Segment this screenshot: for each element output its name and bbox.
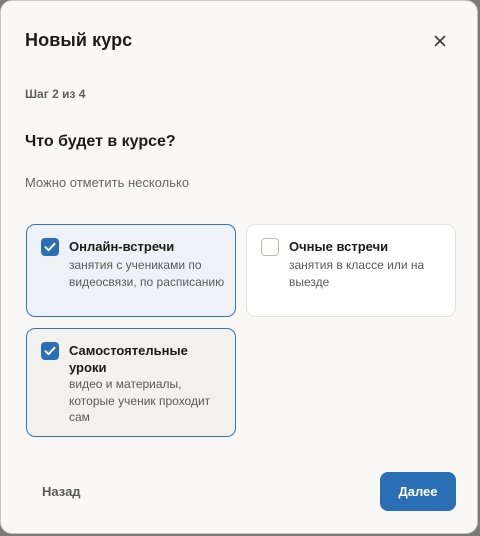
new-course-dialog: Новый курс Шаг 2 из 4 Что будет в курсе?… xyxy=(0,0,478,534)
option-card-self-paced[interactable]: Самостоятельные уроки видео и материалы,… xyxy=(26,328,236,437)
option-title: Самостоятельные уроки xyxy=(69,343,188,375)
option-title: Очные встречи xyxy=(289,239,389,254)
option-description: занятия с учениками по видеосвязи, по ра… xyxy=(69,258,225,289)
back-button[interactable]: Назад xyxy=(42,484,81,499)
option-title: Онлайн-встречи xyxy=(69,239,175,254)
checkbox-checked[interactable] xyxy=(41,342,59,360)
question-heading: Что будет в курсе? xyxy=(25,133,176,150)
step-indicator: Шаг 2 из 4 xyxy=(25,87,86,101)
checkmark-icon xyxy=(44,242,56,252)
option-description: занятия в классе или на выезде xyxy=(289,258,425,289)
checkmark-icon xyxy=(44,346,56,356)
close-icon[interactable] xyxy=(431,32,449,50)
hint-text: Можно отметить несколько xyxy=(25,175,190,190)
checkbox-unchecked[interactable] xyxy=(261,238,279,256)
option-card-online[interactable]: Онлайн-встречи занятия с учениками по ви… xyxy=(26,224,236,317)
checkbox-checked[interactable] xyxy=(41,238,59,256)
dialog-title: Новый курс xyxy=(25,30,133,50)
option-description: видео и материалы, которые ученик проход… xyxy=(69,377,211,424)
next-button[interactable]: Далее xyxy=(380,472,456,511)
option-card-offline[interactable]: Очные встречи занятия в классе или на вы… xyxy=(246,224,456,317)
